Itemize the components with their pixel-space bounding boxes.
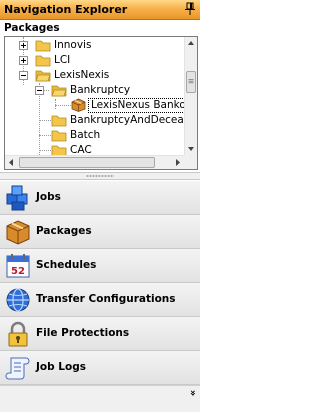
- jobs-icon: [6, 185, 28, 211]
- configure-buttons-chevron-icon[interactable]: »: [187, 390, 198, 396]
- globe-icon: [6, 288, 30, 312]
- tree-connector: [55, 105, 71, 106]
- nav-button-schedules[interactable]: 52 Schedules: [0, 249, 200, 283]
- folder-open-icon: [35, 70, 51, 82]
- package-tree[interactable]: Innovis LCI LexisNexis Bankruptcy LexisN…: [4, 36, 198, 170]
- calendar-icon: 52: [6, 254, 30, 278]
- tree-connector: [39, 120, 51, 121]
- packages-section-header: Packages: [0, 21, 200, 36]
- tree-vertical-scrollbar[interactable]: [184, 37, 197, 155]
- panel-title: Navigation Explorer: [4, 3, 128, 16]
- folder-open-icon: [51, 85, 67, 97]
- folder-icon: [51, 115, 67, 127]
- nav-button-label: File Protections: [36, 327, 130, 339]
- tree-node-lci[interactable]: LCI: [5, 53, 185, 68]
- tree-node-label: BankruptcyAndDeceas: [70, 114, 190, 126]
- tree-node-bankruptcy[interactable]: Bankruptcy: [5, 83, 185, 98]
- collapse-icon[interactable]: [19, 71, 28, 80]
- scroll-right-icon[interactable]: [171, 156, 184, 169]
- nav-button-label: Schedules: [36, 259, 97, 271]
- folder-icon: [35, 40, 51, 52]
- tree-node-label: LexisNexis: [54, 69, 110, 81]
- scroll-left-icon[interactable]: [5, 156, 18, 169]
- tree-node-bankruptcyanddeceas[interactable]: BankruptcyAndDeceas: [5, 113, 189, 128]
- scrollbar-corner: [184, 155, 197, 169]
- nav-button-job-logs[interactable]: Job Logs: [0, 351, 200, 385]
- expand-icon[interactable]: [19, 41, 28, 50]
- nav-button-jobs[interactable]: Jobs: [0, 181, 200, 215]
- tree-node-label: Batch: [70, 129, 101, 141]
- tree-connector: [39, 135, 51, 136]
- title-bar: Navigation Explorer: [0, 0, 200, 20]
- nav-button-label: Jobs: [36, 191, 61, 203]
- expand-icon[interactable]: [19, 56, 28, 65]
- tree-node-innovis[interactable]: Innovis: [5, 38, 185, 53]
- folder-icon: [35, 55, 51, 67]
- collapse-icon[interactable]: [35, 86, 44, 95]
- nav-button-label: Transfer Configurations: [36, 293, 176, 305]
- packages-icon: [6, 220, 30, 245]
- horizontal-scroll-thumb[interactable]: [19, 157, 155, 168]
- tree-node-lexisnexus-banko[interactable]: LexisNexus Banko: [5, 98, 189, 113]
- nav-footer: »: [0, 385, 200, 412]
- nav-button-label: Packages: [36, 225, 92, 237]
- pane-splitter[interactable]: [0, 172, 200, 180]
- nav-button-file-protections[interactable]: File Protections: [0, 317, 200, 351]
- nav-button-transfer-configurations[interactable]: Transfer Configurations: [0, 283, 200, 317]
- tree-node-label: LCI: [54, 54, 71, 66]
- vertical-scroll-thumb[interactable]: [186, 71, 196, 93]
- scroll-up-icon[interactable]: [185, 37, 197, 50]
- tree-node-lexisnexis[interactable]: LexisNexis: [5, 68, 185, 83]
- tree-horizontal-scrollbar[interactable]: [5, 155, 184, 169]
- folder-icon: [51, 130, 67, 142]
- tree-node-label: Bankruptcy: [70, 84, 131, 96]
- lock-icon: [8, 321, 28, 347]
- tree-node-label: LexisNexus Banko: [88, 98, 189, 113]
- splitter-grip-icon[interactable]: [86, 175, 114, 177]
- tree-node-label: Innovis: [54, 39, 92, 51]
- package-icon: [71, 98, 86, 112]
- calendar-day: 52: [11, 266, 25, 277]
- pin-icon[interactable]: [184, 2, 196, 16]
- scroll-down-icon[interactable]: [185, 142, 197, 155]
- nav-button-label: Job Logs: [36, 361, 86, 373]
- scroll-icon: [5, 357, 30, 380]
- nav-button-packages[interactable]: Packages: [0, 215, 200, 249]
- tree-node-batch[interactable]: Batch: [5, 128, 185, 143]
- tree-connector: [39, 150, 51, 151]
